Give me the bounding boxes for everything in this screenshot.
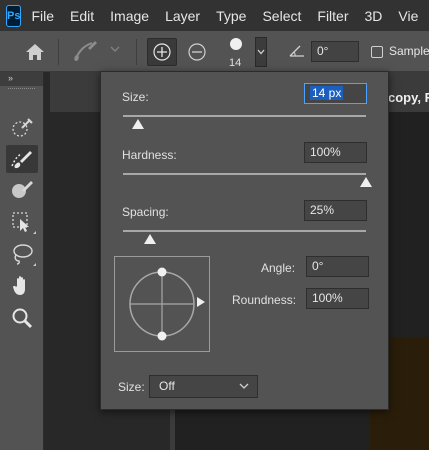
options-bar: 14 0° Sample: [0, 31, 429, 72]
home-icon[interactable]: [22, 40, 48, 64]
menu-view[interactable]: Vie: [398, 8, 418, 24]
brush-size-preview[interactable]: [230, 38, 242, 50]
quick-selection-icon[interactable]: [6, 114, 38, 142]
sample-all-layers-label: Sample: [389, 44, 429, 58]
add-to-selection-icon[interactable]: [147, 38, 177, 66]
sample-all-layers-checkbox[interactable]: [371, 46, 383, 58]
angle-icon: [288, 43, 306, 62]
document-tab-title[interactable]: copy, Ra: [388, 90, 429, 105]
menu-bar: Ps File Edit Image Layer Type Select Fil…: [0, 0, 429, 31]
angle-field[interactable]: 0°: [306, 256, 369, 277]
brush-angle-preview[interactable]: [114, 256, 210, 352]
pen-pressure-size-select[interactable]: Off: [149, 375, 258, 398]
spacing-input[interactable]: 25%: [304, 200, 367, 221]
angle-handle-arrow[interactable]: [197, 297, 205, 307]
subtract-from-selection-icon[interactable]: [182, 38, 212, 66]
submenu-corner: [33, 263, 36, 266]
size-label: Size:: [122, 90, 149, 104]
chevron-down-icon: [257, 49, 265, 55]
menu-type[interactable]: Type: [216, 8, 246, 24]
roundness-label: Roundness:: [232, 293, 297, 307]
hand-icon[interactable]: [6, 272, 38, 300]
size-input[interactable]: 14 px: [304, 83, 367, 104]
hardness-slider-thumb[interactable]: [360, 177, 372, 187]
canvas-divider: [170, 410, 175, 450]
brush-size-value: 14: [229, 57, 242, 69]
separator: [58, 39, 59, 65]
size-slider-thumb[interactable]: [131, 119, 144, 129]
submenu-corner: [33, 231, 36, 234]
spacing-label: Spacing:: [122, 205, 169, 219]
chevron-down-icon: [239, 376, 249, 405]
photoshop-logo-icon[interactable]: Ps: [6, 4, 22, 27]
spacing-slider-track[interactable]: [123, 230, 366, 232]
hardness-input[interactable]: 100%: [304, 142, 367, 163]
menu-image[interactable]: Image: [110, 8, 149, 24]
panel-grip[interactable]: [8, 88, 35, 96]
hardness-label: Hardness:: [122, 148, 177, 162]
menu-file[interactable]: File: [31, 8, 54, 24]
pen-pressure-size-label: Size:: [118, 380, 145, 394]
menu-select[interactable]: Select: [262, 8, 301, 24]
angle-input[interactable]: 0°: [311, 41, 359, 62]
menu-filter[interactable]: Filter: [317, 8, 348, 24]
collapse-panel-icon[interactable]: »: [0, 72, 43, 86]
brush-selection-icon[interactable]: [6, 145, 38, 173]
angle-label: Angle:: [261, 261, 296, 275]
menu-layer[interactable]: Layer: [165, 8, 200, 24]
menu-3d[interactable]: 3D: [365, 8, 383, 24]
separator: [136, 39, 137, 65]
brush-preset-icon[interactable]: [70, 38, 100, 66]
menu-edit[interactable]: Edit: [70, 8, 94, 24]
object-selection-icon[interactable]: [6, 208, 38, 236]
size-slider-track[interactable]: [123, 115, 366, 117]
size-input-value: 14 px: [310, 86, 344, 100]
spacing-slider-thumb[interactable]: [143, 234, 156, 244]
pen-pressure-size-value: Off: [159, 379, 175, 393]
lasso-icon[interactable]: [6, 240, 38, 268]
zoom-icon[interactable]: [6, 304, 38, 332]
roundness-field[interactable]: 100%: [306, 288, 369, 309]
brush-settings-popup: Size: 14 px Hardness: 100% Spacing: 25% …: [100, 71, 389, 410]
brush-picker-toggle[interactable]: [255, 37, 267, 67]
tools-panel: »: [0, 72, 44, 450]
hardness-slider-track[interactable]: [123, 173, 366, 175]
chevron-down-icon[interactable]: [110, 45, 120, 56]
lasso-brush-icon[interactable]: [6, 176, 38, 204]
